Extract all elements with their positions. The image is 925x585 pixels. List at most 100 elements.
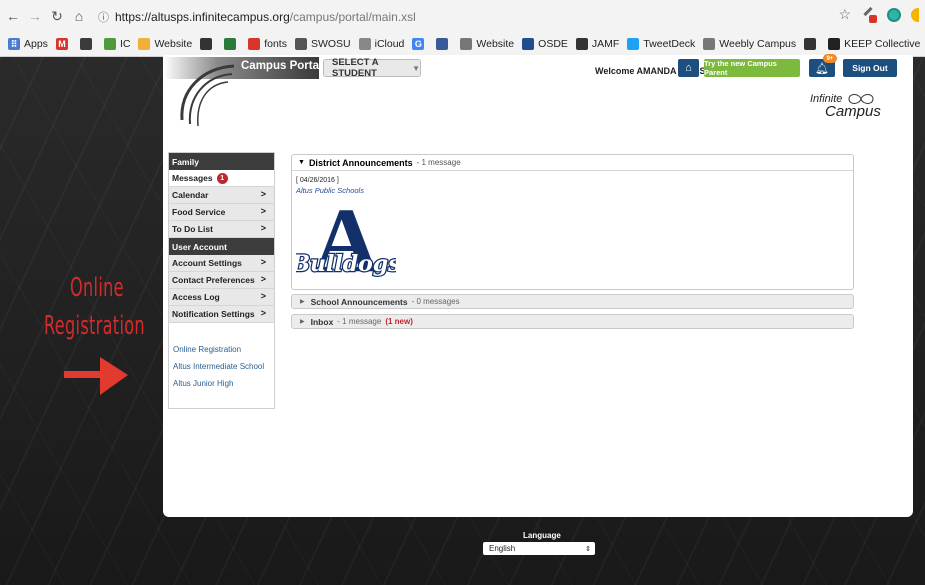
link-altus-intermediate-school[interactable]: Altus Intermediate School	[173, 362, 274, 371]
school-announcements-title: School Announcements	[310, 296, 408, 307]
district-announcements-count: - 1 message	[416, 158, 461, 167]
bookmark-star-icon[interactable]: ☆	[838, 6, 851, 23]
bookmark-item[interactable]: SWOSU	[294, 38, 351, 50]
school-announcements-bar[interactable]: ▶ School Announcements - 0 messages	[291, 294, 854, 309]
extension-circle-icon[interactable]	[887, 7, 901, 22]
bookmark-item[interactable]	[436, 38, 452, 50]
logo-script: Bulldogs	[296, 251, 396, 277]
bookmark-label: KEEP Collective	[844, 38, 921, 50]
announcement-organization: Altus Public Schools	[296, 186, 364, 195]
notification-count-badge: 9+	[823, 54, 837, 63]
bookmark-item[interactable]: KEEP Collective	[828, 38, 920, 50]
select-student-dropdown[interactable]: SELECT A STUDENT ▼	[323, 57, 421, 79]
bookmark-label: Website	[476, 38, 515, 50]
sidebar-item-access-log[interactable]: Access Log >	[169, 289, 274, 306]
sidebar-item-messages[interactable]: Messages 1	[169, 170, 274, 187]
sidebar-item-contact-preferences[interactable]: Contact Preferences >	[169, 272, 274, 289]
select-arrows-icon: ⇕	[585, 545, 591, 553]
bookmark-item[interactable]: Weebly Campus	[703, 38, 796, 50]
bookmark-item[interactable]	[224, 38, 240, 50]
address-bar[interactable]: ⓘ https://altusps.infinitecampus.org/cam…	[98, 6, 638, 28]
pin-icon	[200, 38, 213, 50]
bell-icon: 🔔︎	[815, 62, 829, 75]
extension-partial-icon[interactable]	[911, 7, 919, 22]
sidebar-item-calendar[interactable]: Calendar >	[169, 187, 274, 204]
school-announcements-count: - 0 messages	[411, 297, 460, 306]
home-icon[interactable]: ⌂	[70, 6, 88, 26]
select-student-label: SELECT A STUDENT	[332, 57, 379, 79]
inbox-new-count: (1 new)	[385, 317, 413, 326]
triangle-down-icon: ▼	[298, 159, 305, 166]
try-new-campus-parent-button[interactable]: Try the new Campus Parent	[704, 59, 800, 77]
reload-icon[interactable]: ↻	[48, 6, 66, 26]
info-icon[interactable]: ⓘ	[98, 9, 109, 25]
weebly-icon	[460, 38, 473, 50]
calendar-icon	[79, 38, 92, 50]
bookmark-item[interactable]	[804, 38, 820, 50]
bookmark-item[interactable]: Website	[460, 38, 514, 50]
bookmark-label: IC	[119, 38, 131, 50]
red-arrow-icon	[64, 357, 128, 395]
bookmark-item[interactable]: M	[55, 38, 72, 50]
brand-title: Campus Portal	[241, 60, 323, 72]
bookmark-item[interactable]: OSDE	[522, 38, 568, 50]
language-select[interactable]: English ⇕	[483, 542, 595, 555]
sidebar-item-label: Messages	[172, 173, 213, 183]
chevron-down-icon: ▼	[412, 63, 420, 73]
overlay-text-registration: Registration	[44, 311, 145, 341]
district-announcements-panel: ▼ District Announcements - 1 message [ 0…	[291, 154, 854, 290]
browser-actions: ☆	[838, 6, 919, 23]
bookmark-label: iCloud	[374, 38, 405, 50]
link-altus-junior-high[interactable]: Altus Junior High	[173, 379, 274, 388]
messages-badge: 1	[216, 172, 228, 184]
bookmark-item[interactable]: G	[412, 38, 428, 50]
language-value: English	[489, 544, 516, 553]
chevron-right-icon: >	[260, 291, 266, 301]
bookmark-label: fonts	[264, 38, 287, 50]
sidebar-item-to-do-list[interactable]: To Do List >	[169, 221, 274, 238]
extension-pen-icon[interactable]	[861, 7, 877, 23]
bookmark-label: SWOSU	[310, 38, 351, 50]
sidebar-item-account-settings[interactable]: Account Settings >	[169, 255, 274, 272]
sidebar: Family Messages 1 Calendar > Food Service…	[168, 152, 275, 409]
inbox-count: - 1 message	[337, 317, 382, 326]
jamf-icon	[575, 38, 588, 50]
language-label: Language	[523, 531, 561, 540]
sidebar-header-user-account: User Account	[169, 238, 274, 255]
bookmark-item[interactable]: Website	[138, 38, 192, 50]
inbox-bar[interactable]: ▶ Inbox - 1 message (1 new)	[291, 314, 854, 329]
bookmark-item[interactable]	[79, 38, 96, 50]
facebook-icon	[436, 38, 449, 50]
bookmark-label: Website	[154, 38, 193, 50]
swosu-icon	[294, 38, 307, 50]
overlay-text-online: Online	[70, 273, 124, 303]
url-host: https://altusps.infinitecampus.org	[115, 10, 290, 24]
bookmark-item[interactable]: TweetDeck	[627, 38, 695, 50]
bookmark-item[interactable]: IC	[103, 38, 131, 50]
triangle-right-icon: ▶	[300, 319, 305, 325]
inbox-title: Inbox	[310, 316, 334, 327]
bookmark-item[interactable]: ⠿ Apps	[8, 38, 48, 50]
bookmark-item[interactable]: JAMF	[575, 38, 619, 50]
osde-icon	[522, 38, 535, 50]
sign-out-button[interactable]: Sign Out	[843, 59, 897, 77]
home-button[interactable]: ⌂	[678, 59, 699, 77]
district-announcements-header[interactable]: ▼ District Announcements - 1 message	[292, 155, 853, 171]
box-icon	[804, 38, 817, 50]
sidebar-item-notification-settings[interactable]: Notification Settings >	[169, 306, 274, 323]
bookmark-item[interactable]: fonts	[248, 38, 287, 50]
back-icon[interactable]: ←	[4, 6, 22, 26]
sidebar-item-food-service[interactable]: Food Service >	[169, 204, 274, 221]
apple-icon	[358, 38, 371, 50]
bookmark-item[interactable]	[200, 38, 216, 50]
house-icon: ⌂	[685, 62, 692, 74]
bookmark-label: OSDE	[538, 38, 568, 50]
chevron-right-icon: >	[260, 189, 266, 199]
ic-bookmark-icon	[103, 38, 116, 50]
chevron-right-icon: >	[260, 223, 266, 233]
tree-icon	[224, 38, 237, 50]
link-online-registration[interactable]: Online Registration	[173, 345, 274, 354]
forward-icon[interactable]: →	[26, 6, 44, 26]
infinite-campus-logo: Infinite Campus	[805, 90, 881, 122]
bookmark-item[interactable]: iCloud	[358, 38, 405, 50]
